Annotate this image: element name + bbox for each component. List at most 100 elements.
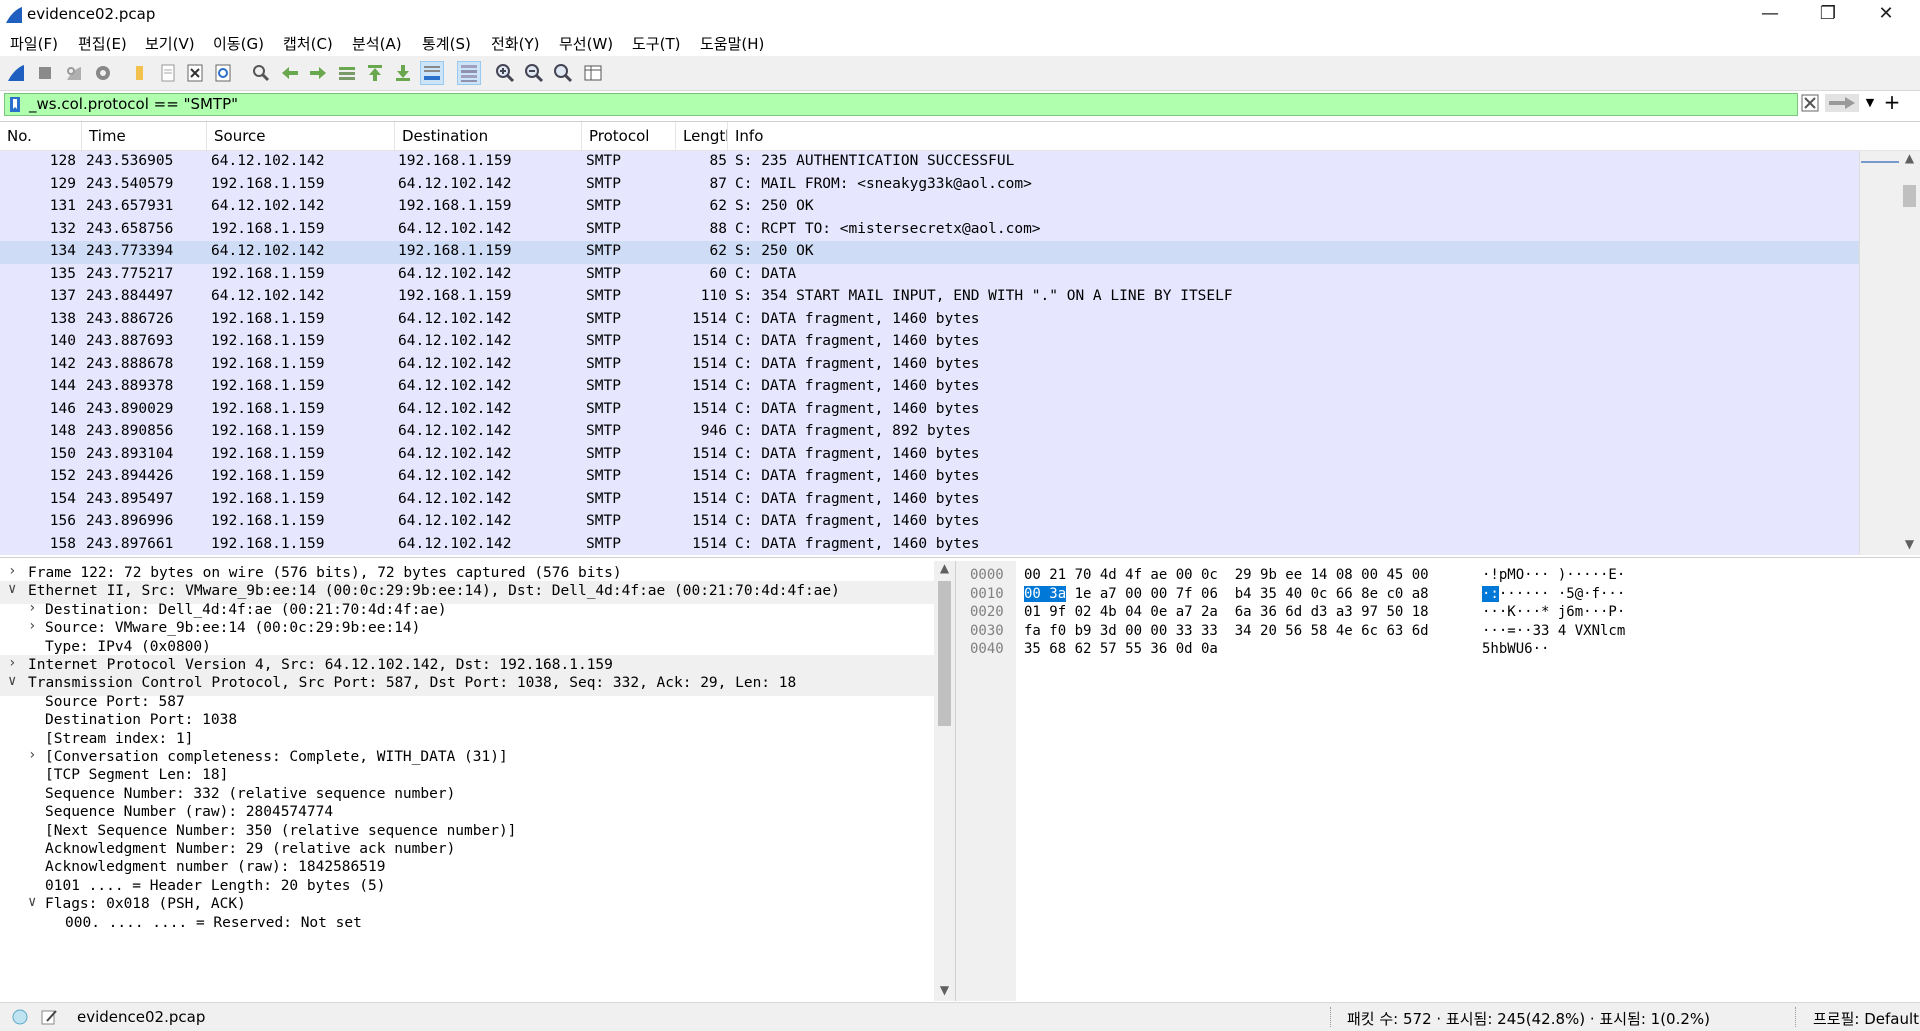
- scroll-down-icon[interactable]: ▼: [1899, 537, 1920, 553]
- last-packet-icon[interactable]: [392, 62, 414, 84]
- chevron-right-icon[interactable]: ›: [28, 618, 40, 634]
- scroll-up-icon[interactable]: ▲: [934, 561, 955, 577]
- filter-history-dropdown[interactable]: ▼: [1862, 94, 1878, 112]
- packet-list-scrollbar[interactable]: ▲ ▼: [1899, 151, 1920, 555]
- expert-info-icon[interactable]: [12, 1009, 28, 1025]
- chevron-down-icon[interactable]: ∨: [28, 894, 40, 910]
- save-file-icon[interactable]: [157, 62, 179, 84]
- zoom-out-icon[interactable]: [523, 62, 545, 84]
- scroll-down-icon[interactable]: ▼: [934, 983, 955, 999]
- forward-arrow-icon[interactable]: [307, 62, 329, 84]
- first-packet-icon[interactable]: [364, 62, 386, 84]
- table-row[interactable]: 152 243.894426 192.168.1.159 64.12.102.142 S…: [0, 466, 1859, 489]
- options-gear-icon[interactable]: [92, 62, 114, 84]
- details-scrollbar[interactable]: ▲ ▼: [934, 561, 955, 1001]
- stop-icon[interactable]: [34, 62, 56, 84]
- add-filter-button[interactable]: +: [1880, 90, 1904, 114]
- hex-bytes[interactable]: 00 3a 1e a7 00 00 7f 06 b4 35 40 0c 66 8…: [1024, 585, 1429, 602]
- status-profile[interactable]: 프로필: Default: [1813, 1008, 1919, 1029]
- chevron-down-icon[interactable]: ∨: [8, 581, 20, 597]
- reload-icon[interactable]: [212, 62, 234, 84]
- hex-bytes[interactable]: 35 68 62 57 55 36 0d 0a: [1024, 641, 1235, 657]
- table-row[interactable]: 142 243.888678 192.168.1.159 64.12.102.142 S…: [0, 353, 1859, 376]
- chevron-down-icon[interactable]: ∨: [8, 673, 20, 689]
- table-row[interactable]: 135 243.775217 192.168.1.159 64.12.102.142 S…: [0, 263, 1859, 286]
- packet-minimap[interactable]: [1859, 151, 1900, 555]
- ascii-dump[interactable]: ·!pMO··· )·····E·: [1482, 567, 1625, 583]
- autoscroll-icon[interactable]: [420, 61, 444, 85]
- bookmark-icon[interactable]: [9, 96, 21, 113]
- back-arrow-icon[interactable]: [279, 62, 301, 84]
- maximize-button[interactable]: ❐: [1800, 0, 1856, 30]
- chevron-right-icon[interactable]: ›: [28, 600, 40, 616]
- menu-analyze[interactable]: 분석(A): [352, 33, 402, 54]
- chevron-right-icon[interactable]: ›: [8, 655, 20, 671]
- hex-bytes-group-a[interactable]: 35 68 62 57 55 36 0d 0a: [1024, 641, 1218, 657]
- column-header-info[interactable]: Info: [728, 122, 1859, 150]
- hex-bytes-group-b[interactable]: 6a 36 6d d3 a3 97 50 18: [1235, 604, 1429, 620]
- column-header-time[interactable]: Time: [82, 122, 207, 150]
- hex-bytes-group-a[interactable]: 01 9f 02 4b 04 0e a7 2a: [1024, 604, 1218, 620]
- hex-bytes-group-b[interactable]: 34 20 56 58 4e 6c 63 6d: [1235, 623, 1429, 639]
- menu-statistics[interactable]: 통계(S): [422, 33, 471, 54]
- find-icon[interactable]: [250, 62, 272, 84]
- table-row[interactable]: 146 243.890029 192.168.1.159 64.12.102.142 S…: [0, 398, 1859, 421]
- column-header-no[interactable]: No.: [0, 122, 82, 150]
- table-row[interactable]: 132 243.658756 192.168.1.159 64.12.102.142 S…: [0, 218, 1859, 241]
- scrollbar-thumb[interactable]: [1903, 185, 1916, 207]
- column-header-source[interactable]: Source: [207, 122, 395, 150]
- column-header-protocol[interactable]: Protocol: [582, 122, 676, 150]
- ascii-dump[interactable]: ···K···* j6m···P·: [1482, 604, 1625, 620]
- close-file-icon[interactable]: [184, 62, 206, 84]
- go-to-packet-icon[interactable]: [336, 62, 358, 84]
- hex-bytes[interactable]: 00 21 70 4d 4f ae 00 0c 29 9b ee 14 08 0…: [1024, 567, 1429, 583]
- hex-bytes-group-a[interactable]: fa f0 b9 3d 00 00 33 33: [1024, 623, 1218, 639]
- ascii-highlight[interactable]: ·:: [1482, 585, 1499, 602]
- table-row[interactable]: 140 243.887693 192.168.1.159 64.12.102.142 S…: [0, 331, 1859, 354]
- menu-go[interactable]: 이동(G): [213, 33, 264, 54]
- table-row[interactable]: 144 243.889378 192.168.1.159 64.12.102.142 S…: [0, 376, 1859, 399]
- ascii-dump[interactable]: ···=··33 4 VXNlcm: [1482, 623, 1625, 639]
- column-header-length[interactable]: Length: [676, 122, 728, 150]
- hex-bytes[interactable]: 01 9f 02 4b 04 0e a7 2a 6a 36 6d d3 a3 9…: [1024, 604, 1429, 620]
- table-row[interactable]: 129 243.540579 192.168.1.159 64.12.102.142 S…: [0, 173, 1859, 196]
- hex-bytes-highlight[interactable]: 00 3a: [1024, 585, 1067, 602]
- scrollbar-thumb[interactable]: [938, 581, 951, 726]
- hex-bytes-group-b[interactable]: b4 35 40 0c 66 8e c0 a8: [1235, 586, 1429, 602]
- menu-help[interactable]: 도움말(H): [700, 33, 764, 54]
- display-filter-input[interactable]: _ws.col.protocol == "SMTP": [4, 93, 1798, 116]
- menu-wireless[interactable]: 무선(W): [559, 33, 613, 54]
- ascii-rest[interactable]: ······ ·5@·f···: [1499, 586, 1625, 602]
- capture-comment-icon[interactable]: [40, 1008, 58, 1026]
- menu-file[interactable]: 파일(F): [10, 33, 58, 54]
- zoom-normal-icon[interactable]: [552, 62, 574, 84]
- menu-view[interactable]: 보기(V): [145, 33, 195, 54]
- table-row[interactable]: 150 243.893104 192.168.1.159 64.12.102.142 S…: [0, 443, 1859, 466]
- hex-bytes-group-b[interactable]: 29 9b ee 14 08 00 45 00: [1235, 567, 1429, 583]
- detail-tree-item[interactable]: 000. .... .... = Reserved: Not set: [0, 913, 934, 936]
- chevron-right-icon[interactable]: ›: [8, 563, 20, 579]
- hex-bytes-rest[interactable]: 1e a7 00 00 7f 06: [1066, 586, 1218, 602]
- shark-fin-start-icon[interactable]: [5, 62, 27, 84]
- resize-columns-icon[interactable]: [582, 62, 604, 84]
- colorize-icon[interactable]: [457, 61, 481, 85]
- scroll-up-icon[interactable]: ▲: [1899, 151, 1920, 167]
- restart-icon[interactable]: [63, 62, 85, 84]
- hex-bytes[interactable]: fa f0 b9 3d 00 00 33 33 34 20 56 58 4e 6…: [1024, 623, 1429, 639]
- menu-tools[interactable]: 도구(T): [632, 33, 680, 54]
- column-header-destination[interactable]: Destination: [395, 122, 582, 150]
- table-row[interactable]: 138 243.886726 192.168.1.159 64.12.102.142 S…: [0, 308, 1859, 331]
- ascii-dump[interactable]: 5hbWU6··: [1482, 641, 1549, 657]
- apply-filter-arrow-icon[interactable]: [1825, 94, 1859, 112]
- table-row[interactable]: 137 243.884497 64.12.102.142 192.168.1.159 S…: [0, 286, 1859, 309]
- menu-telephony[interactable]: 전화(Y): [491, 33, 539, 54]
- table-row[interactable]: 131 243.657931 64.12.102.142 192.168.1.159 S…: [0, 196, 1859, 219]
- table-row-selected[interactable]: 134 243.773394 64.12.102.142 192.168.1.159 S…: [0, 241, 1859, 264]
- close-button[interactable]: ✕: [1858, 0, 1914, 30]
- zoom-in-icon[interactable]: [494, 62, 516, 84]
- table-row[interactable]: 128 243.536905 64.12.102.142 192.168.1.159 S…: [0, 151, 1859, 174]
- table-row[interactable]: 148 243.890856 192.168.1.159 64.12.102.142 S…: [0, 421, 1859, 444]
- chevron-right-icon[interactable]: ›: [28, 747, 40, 763]
- minimize-button[interactable]: —: [1742, 0, 1798, 30]
- table-row[interactable]: 156 243.896996 192.168.1.159 64.12.102.142 S…: [0, 511, 1859, 534]
